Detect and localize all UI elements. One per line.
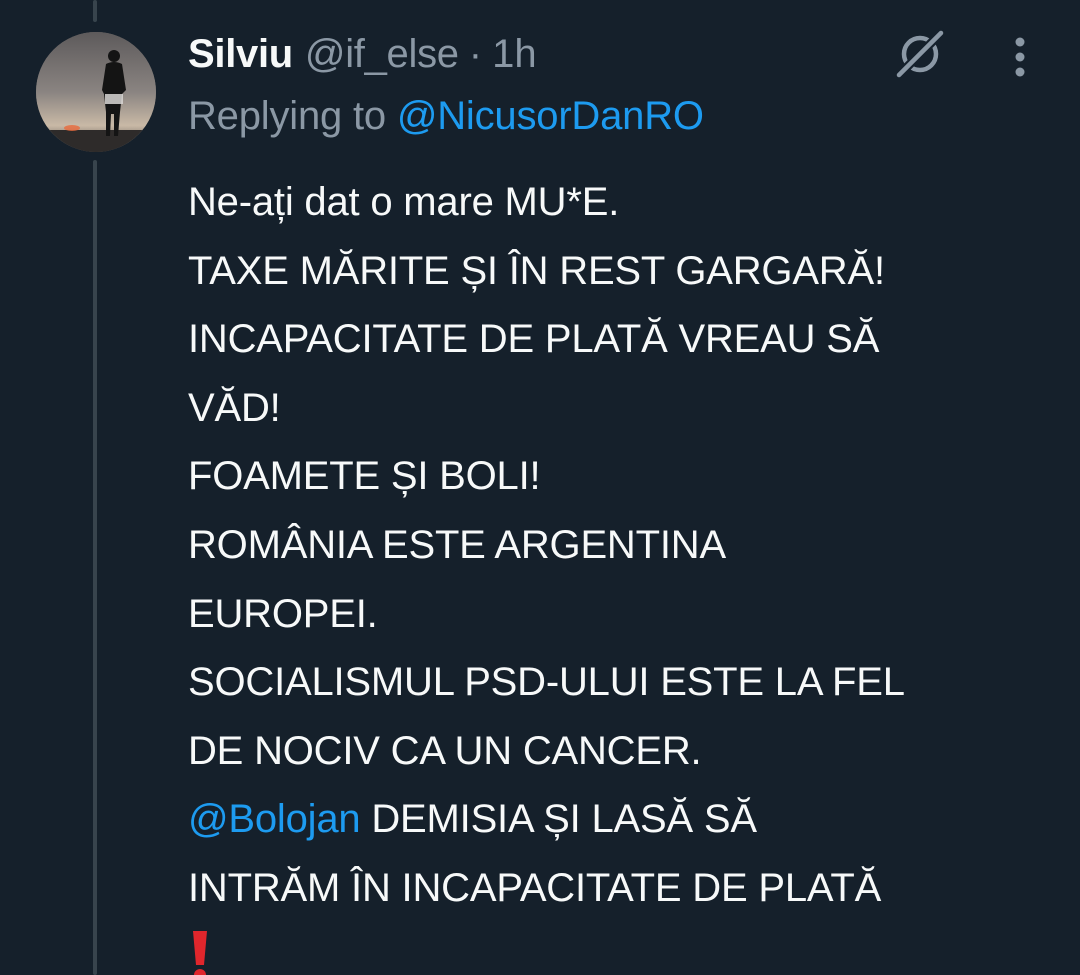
tweet-timestamp[interactable]: 1h — [492, 32, 537, 77]
avatar[interactable] — [36, 32, 156, 152]
more-dots-icon[interactable] — [1000, 30, 1040, 82]
replying-to: Replying to @NicusorDanRO — [188, 94, 704, 139]
tweet-text: Ne-ați dat o mare MU*E. TAXE MĂRITE ȘI Î… — [188, 168, 1058, 975]
tweet-line-mention: @Bolojan DEMISIA ȘI LASĂ SĂ — [188, 785, 1058, 854]
separator-dot: · — [468, 31, 483, 76]
tweet-line: INTRĂM ÎN INCAPACITATE DE PLATĂ — [188, 865, 882, 910]
tweet-line: Ne-ați dat o mare MU*E. — [188, 180, 620, 224]
tweet-line: ROMÂNIA ESTE ARGENTINA — [188, 522, 726, 567]
tweet-line: EUROPEI. — [188, 591, 378, 636]
exclamation-mark-icon — [188, 927, 212, 975]
author-display-name[interactable]: Silviu — [188, 32, 293, 77]
tweet-line: INCAPACITATE DE PLATĂ VREAU SĂ — [188, 317, 880, 362]
tweet-line: TAXE MĂRITE ȘI ÎN REST GARGARĂ! — [188, 248, 885, 293]
thread-line — [93, 160, 97, 975]
tweet-line: DE NOCIV CA UN CANCER. — [188, 728, 702, 773]
author-handle[interactable]: @if_else — [305, 32, 459, 77]
tweet-line: SOCIALISMUL PSD-ULUI ESTE LA FEL — [188, 660, 905, 705]
replying-to-label: Replying to — [188, 94, 386, 138]
tweet-line: VĂD! — [188, 385, 281, 430]
avatar-image — [36, 32, 156, 152]
mention-line-text: DEMISIA ȘI LASĂ SĂ — [360, 797, 757, 842]
tweet-line: FOAMETE ȘI BOLI! — [188, 454, 541, 499]
tweet-line-emoji — [188, 923, 1058, 975]
tweet-header: Silviu @if_else · 1h — [188, 28, 537, 80]
replying-to-mention[interactable]: @NicusorDanRO — [397, 94, 704, 138]
bolojan-mention[interactable]: @Bolojan — [188, 797, 361, 841]
thread-line-top — [93, 0, 97, 22]
grok-icon[interactable] — [890, 28, 950, 80]
